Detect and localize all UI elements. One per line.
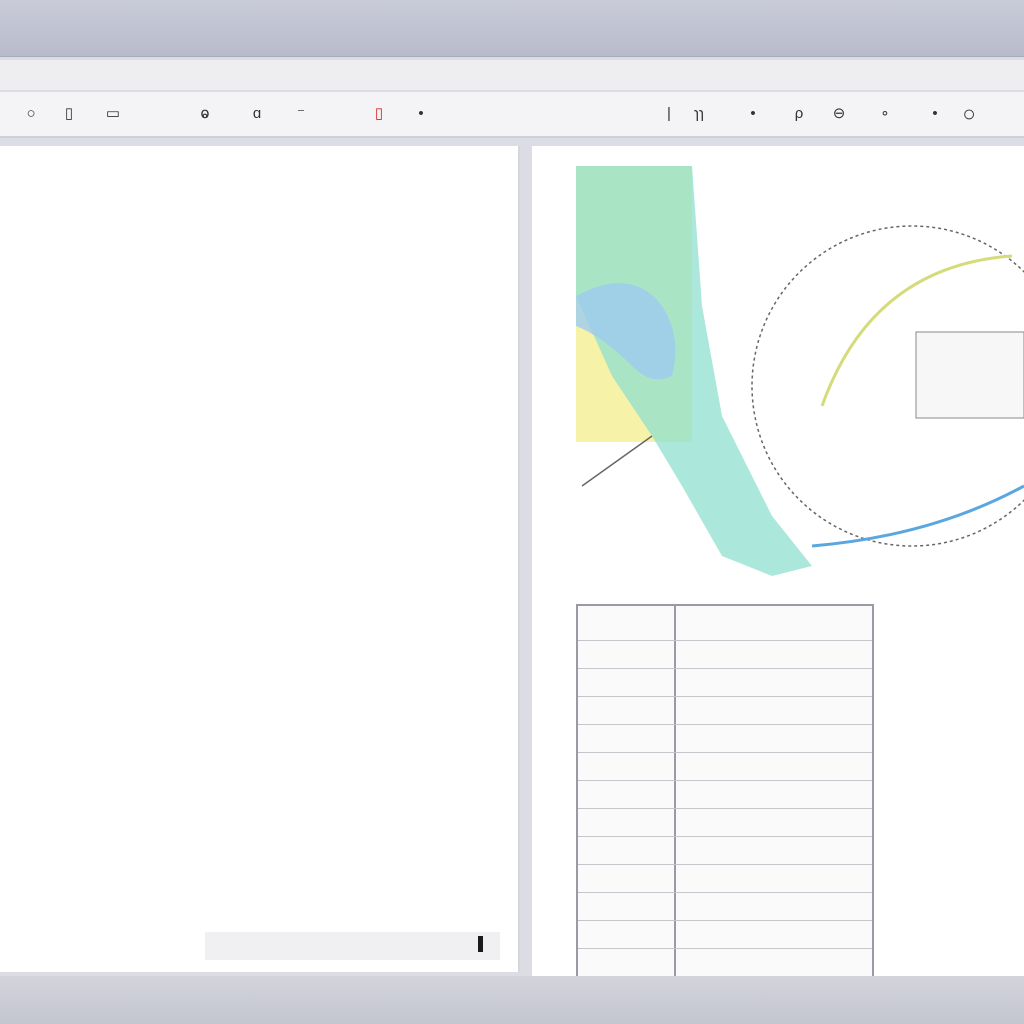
table-cell-value	[682, 842, 862, 860]
title-bar	[0, 0, 1024, 57]
table-row[interactable]	[578, 696, 872, 725]
bullet-icon[interactable]: •	[412, 102, 430, 126]
status-bar	[0, 976, 1024, 1024]
text-format-icon[interactable]: ɿɿ	[690, 102, 708, 126]
figure-blue-curve	[811, 484, 1024, 548]
figure-inset-box	[915, 331, 1024, 419]
table-cell-key	[586, 870, 668, 886]
cursor-icon[interactable]: |	[660, 102, 678, 126]
table-cell-key	[586, 898, 668, 914]
red-marker-icon[interactable]: ▯	[370, 102, 388, 126]
table-cell-key	[586, 842, 668, 858]
columns-icon[interactable]: ▯	[60, 102, 78, 126]
figure-illustration	[576, 166, 1024, 576]
table-cell-key	[586, 954, 668, 970]
table-row[interactable]	[578, 640, 872, 669]
table-row[interactable]	[578, 836, 872, 865]
table-row[interactable]	[578, 920, 872, 949]
table-cell-value	[682, 898, 862, 916]
dot-tool-icon[interactable]: •	[744, 102, 762, 126]
table-cell-value	[682, 926, 862, 944]
ring-icon[interactable]: ○	[960, 102, 978, 126]
table-cell-key	[586, 758, 668, 774]
table-cell-value	[682, 674, 862, 692]
table-cell-key	[586, 786, 668, 802]
table-cell-value	[682, 954, 862, 972]
dot-icon[interactable]: •	[926, 102, 944, 126]
table-cell-value	[682, 870, 862, 888]
table-cell-value	[682, 702, 862, 720]
table-cell-key	[586, 814, 668, 830]
paste-icon[interactable]: ⁻	[292, 102, 310, 126]
data-table	[576, 604, 874, 976]
table-cell-key	[586, 702, 668, 718]
table-cell-value	[682, 814, 862, 832]
copy-icon[interactable]: ɑ	[248, 102, 266, 126]
text-cursor	[478, 936, 483, 952]
table-row[interactable]	[578, 780, 872, 809]
table-cell-key	[586, 730, 668, 746]
cut-icon[interactable]: ⱺ	[196, 102, 214, 126]
menu-bar	[0, 60, 1024, 90]
scissors-icon[interactable]: ρ	[790, 102, 808, 126]
table-row[interactable]	[578, 948, 872, 976]
table-row[interactable]	[578, 668, 872, 697]
table-cell-key	[586, 926, 668, 942]
table-cell-value	[682, 786, 862, 804]
figure-pointer-line	[581, 435, 653, 487]
table-row[interactable]	[578, 752, 872, 781]
open-icon[interactable]: ○	[22, 102, 40, 126]
layout-icon[interactable]: ▭	[104, 102, 122, 126]
table-row[interactable]	[578, 892, 872, 921]
table-cell-value	[682, 646, 862, 664]
table-cell-value	[682, 730, 862, 748]
document-panel[interactable]	[0, 146, 520, 972]
figure-teal-region	[576, 166, 812, 576]
preview-panel	[532, 146, 1024, 976]
table-cell-key	[586, 674, 668, 690]
table-cell-key	[586, 646, 668, 662]
table-cell-value	[682, 758, 862, 776]
table-row[interactable]	[578, 864, 872, 893]
table-row[interactable]	[578, 808, 872, 837]
circle-icon[interactable]: ∘	[876, 102, 894, 126]
doc-footer-bar	[205, 932, 500, 960]
zoom-icon[interactable]: ⊖	[830, 102, 848, 126]
toolbar: ○ ▯ ▭ ⱺ ɑ ⁻ ▯ • | ɿɿ • ρ ⊖ ∘ • ○	[0, 92, 1024, 138]
table-row[interactable]	[578, 724, 872, 753]
